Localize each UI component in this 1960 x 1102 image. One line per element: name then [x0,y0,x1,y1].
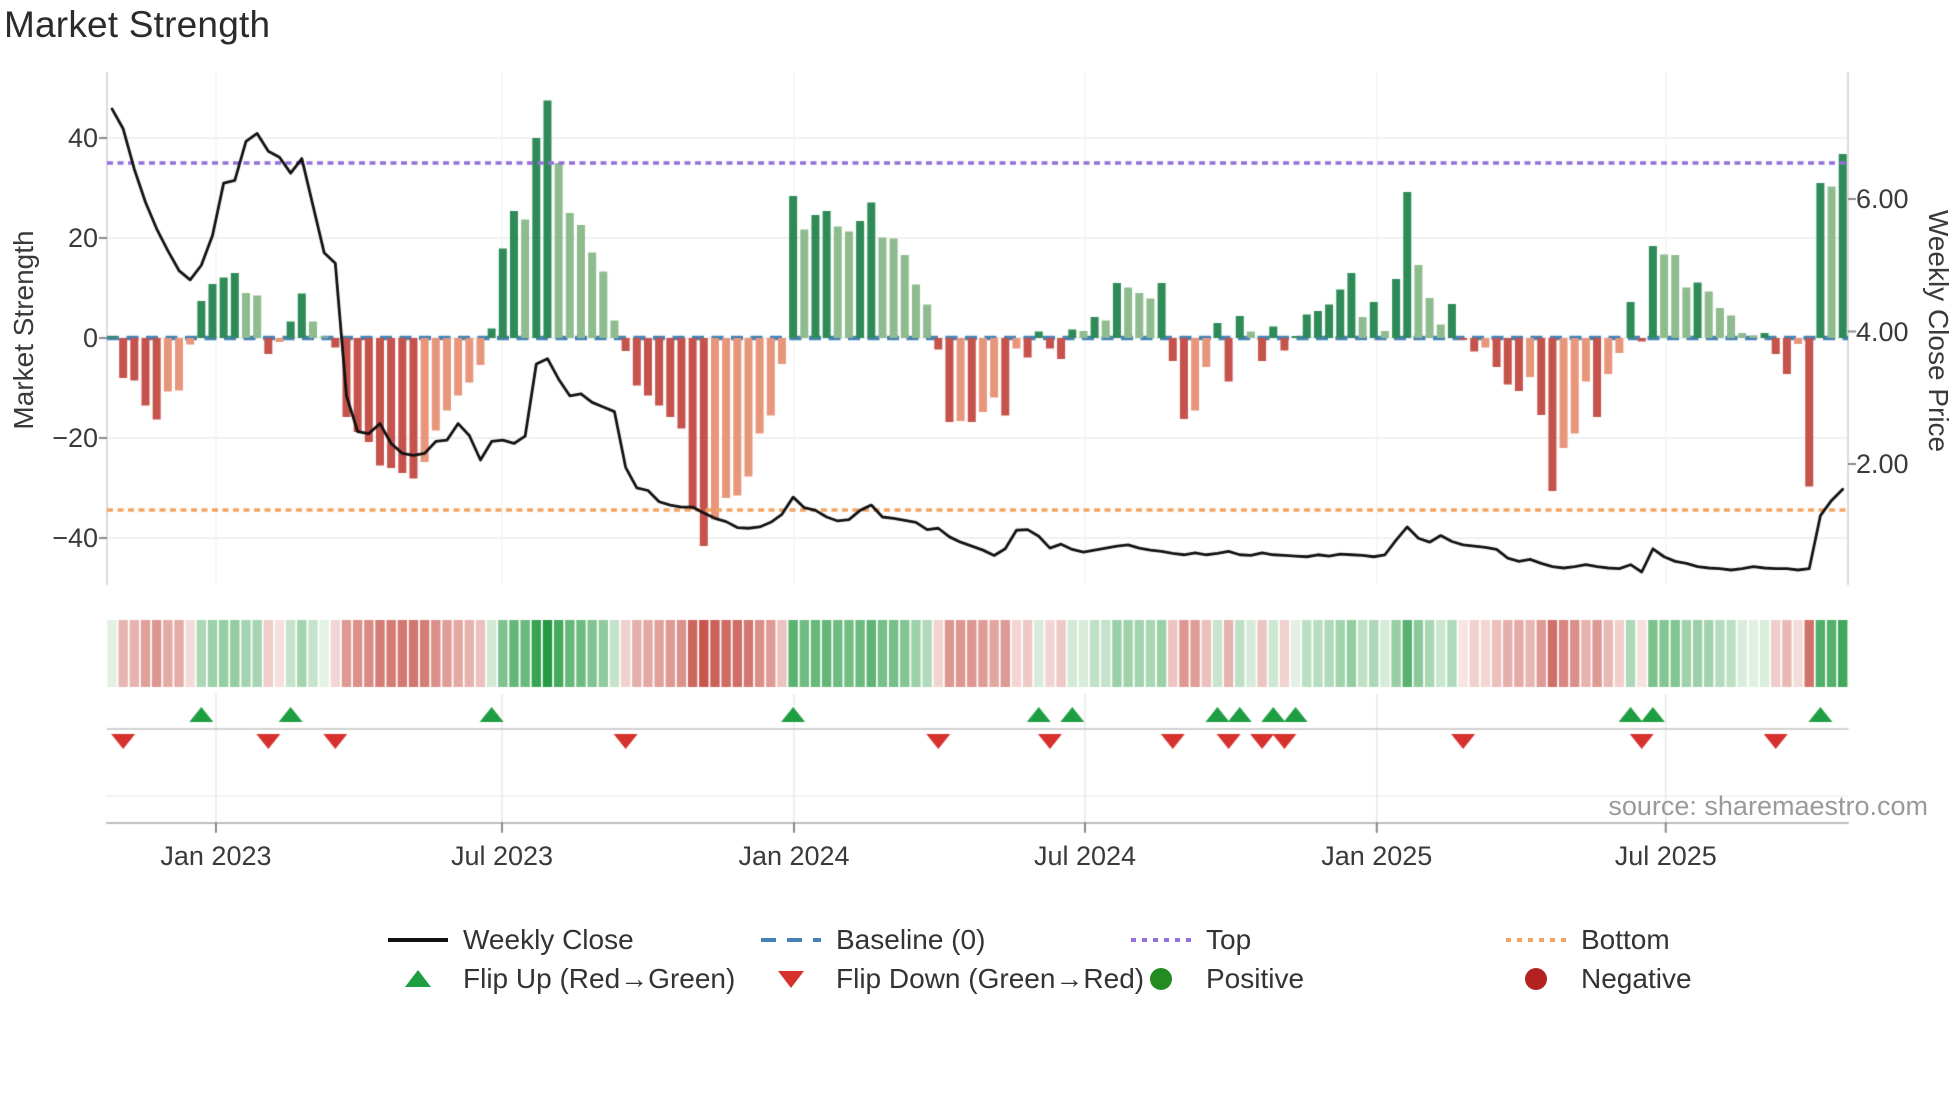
line-icon [387,928,449,952]
x-axis-tick-label: Jul 2025 [1614,841,1717,871]
left-axis-title: Market Strength [8,230,39,430]
right-axis-tick-label: 4.00 [1856,316,1909,347]
legend-item-negative: Negative [1505,961,1692,997]
legend-item-positive: Positive [1130,961,1304,997]
legend-label: Baseline (0) [836,924,986,955]
page-title: Market Strength [4,4,271,45]
triangle-up-icon [387,967,449,991]
legend-item-weekly-close: Weekly Close [387,922,634,958]
x-axis-tick-label: Jul 2023 [450,841,554,871]
dashes-icon [760,928,822,952]
legend-label: Flip Up (Red→Green) [463,963,736,994]
legend-item-baseline-0: Baseline (0) [760,922,985,958]
legend-label: Top [1206,924,1252,955]
legend-item-flip-down-green-red: Flip Down (Green→Red) [760,961,1144,997]
legend-item-flip-up-red-green: Flip Up (Red→Green) [387,961,735,997]
legend-label: Weekly Close [463,924,634,955]
source-credit: source: sharemaestro.com [1608,791,1928,821]
legend-label: Positive [1206,963,1305,994]
left-axis-tick-label: −40 [52,523,98,553]
x-axis-tick-label: Jan 2023 [160,841,272,871]
circle-icon [1505,967,1567,991]
x-axis-tick-label: Jan 2024 [738,841,850,871]
legend-label: Flip Down (Green→Red) [836,963,1145,994]
legend-item-top: Top [1130,922,1251,958]
right-axis-tick-label: 2.00 [1856,449,1909,479]
market-strength-dashboard: Market Strength 40 20 0 −20 −40 6.00 4.00 2.00… [0,0,1960,1102]
legend-label: Negative [1581,963,1692,994]
circle-icon [1130,967,1192,991]
x-axis-tick-label: Jul 2024 [1033,841,1137,871]
left-axis-tick-label: 40 [67,123,98,153]
x-axis-tick-label: Jan 2025 [1321,841,1433,871]
legend-label: Bottom [1581,924,1670,955]
dots-icon [1505,928,1567,952]
triangle-down-icon [760,967,822,991]
right-axis-title: Weekly Close Price [1923,209,1954,453]
dots-icon [1130,928,1192,952]
right-axis-tick-label: 6.00 [1856,184,1909,214]
legend-item-bottom: Bottom [1505,922,1670,958]
